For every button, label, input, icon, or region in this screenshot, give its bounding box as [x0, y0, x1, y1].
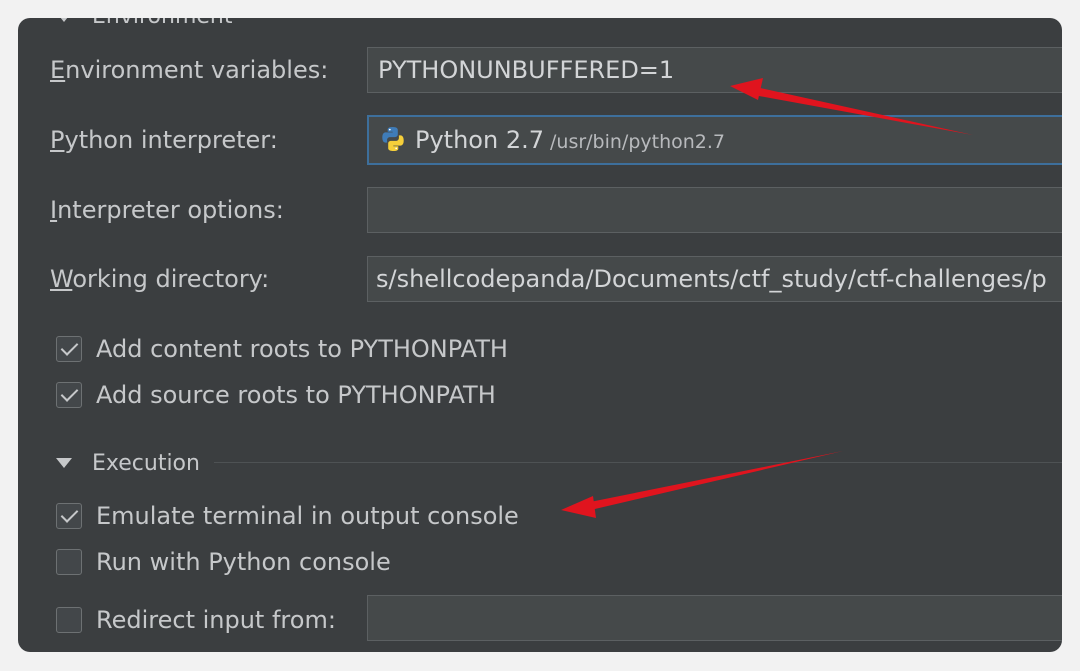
- execution-section-header[interactable]: Execution: [56, 448, 1062, 478]
- source-roots-option[interactable]: Add source roots to PYTHONPATH: [56, 380, 496, 410]
- emulate-terminal-label: Emulate terminal in output console: [96, 502, 519, 530]
- python-console-option[interactable]: Run with Python console: [56, 547, 391, 577]
- working-dir-value: s/shellcodepanda/Documents/ctf_study/ctf…: [376, 265, 1047, 293]
- triangle-down-icon: [56, 458, 72, 468]
- content-roots-option[interactable]: Add content roots to PYTHONPATH: [56, 334, 508, 364]
- interpreter-label-mnemonic: P: [50, 126, 65, 154]
- source-roots-checkbox[interactable]: [56, 382, 82, 408]
- interpreter-label-text: ython interpreter:: [64, 126, 278, 154]
- interpreter-label: Python interpreter:: [50, 126, 278, 154]
- interpreter-options-field[interactable]: [367, 187, 1062, 233]
- redirect-input-field[interactable]: [367, 595, 1062, 641]
- env-vars-label-mnemonic: E: [50, 56, 66, 84]
- redirect-input-checkbox[interactable]: [56, 607, 82, 633]
- working-dir-label-mnemonic: W: [50, 265, 73, 293]
- content-roots-label: Add content roots to PYTHONPATH: [96, 335, 508, 363]
- env-vars-value: PYTHONUNBUFFERED=1: [378, 56, 675, 84]
- redirect-input-option[interactable]: Redirect input from:: [56, 605, 336, 635]
- source-roots-label: Add source roots to PYTHONPATH: [96, 381, 496, 409]
- env-vars-label-text: nvironment variables:: [65, 56, 329, 84]
- working-dir-field[interactable]: s/shellcodepanda/Documents/ctf_study/ctf…: [367, 256, 1062, 302]
- python-console-checkbox[interactable]: [56, 549, 82, 575]
- interpreter-path: /usr/bin/python2.7: [550, 131, 726, 153]
- working-dir-label: Working directory:: [50, 265, 269, 293]
- interpreter-name: Python 2.7: [415, 126, 544, 154]
- environment-section-label: Environment: [92, 18, 232, 29]
- env-vars-label: Environment variables:: [50, 56, 328, 84]
- triangle-down-icon: [56, 18, 72, 22]
- env-vars-field[interactable]: PYTHONUNBUFFERED=1: [367, 47, 1062, 93]
- working-dir-label-text: orking directory:: [72, 265, 270, 293]
- execution-section-label: Execution: [92, 450, 200, 476]
- run-configuration-panel: Environment Environment variables: PYTHO…: [18, 18, 1062, 652]
- section-divider: [214, 462, 1062, 463]
- interpreter-select[interactable]: Python 2.7/usr/bin/python2.7: [367, 115, 1062, 165]
- emulate-terminal-option[interactable]: Emulate terminal in output console: [56, 501, 519, 531]
- interpreter-options-label-text: nterpreter options:: [57, 196, 284, 224]
- interpreter-options-label: Interpreter options:: [50, 196, 284, 224]
- python-console-label: Run with Python console: [96, 548, 391, 576]
- python-logo-icon: [382, 127, 404, 151]
- emulate-terminal-checkbox[interactable]: [56, 503, 82, 529]
- environment-section-header[interactable]: Environment: [56, 18, 232, 29]
- redirect-input-label: Redirect input from:: [96, 606, 336, 634]
- content-roots-checkbox[interactable]: [56, 336, 82, 362]
